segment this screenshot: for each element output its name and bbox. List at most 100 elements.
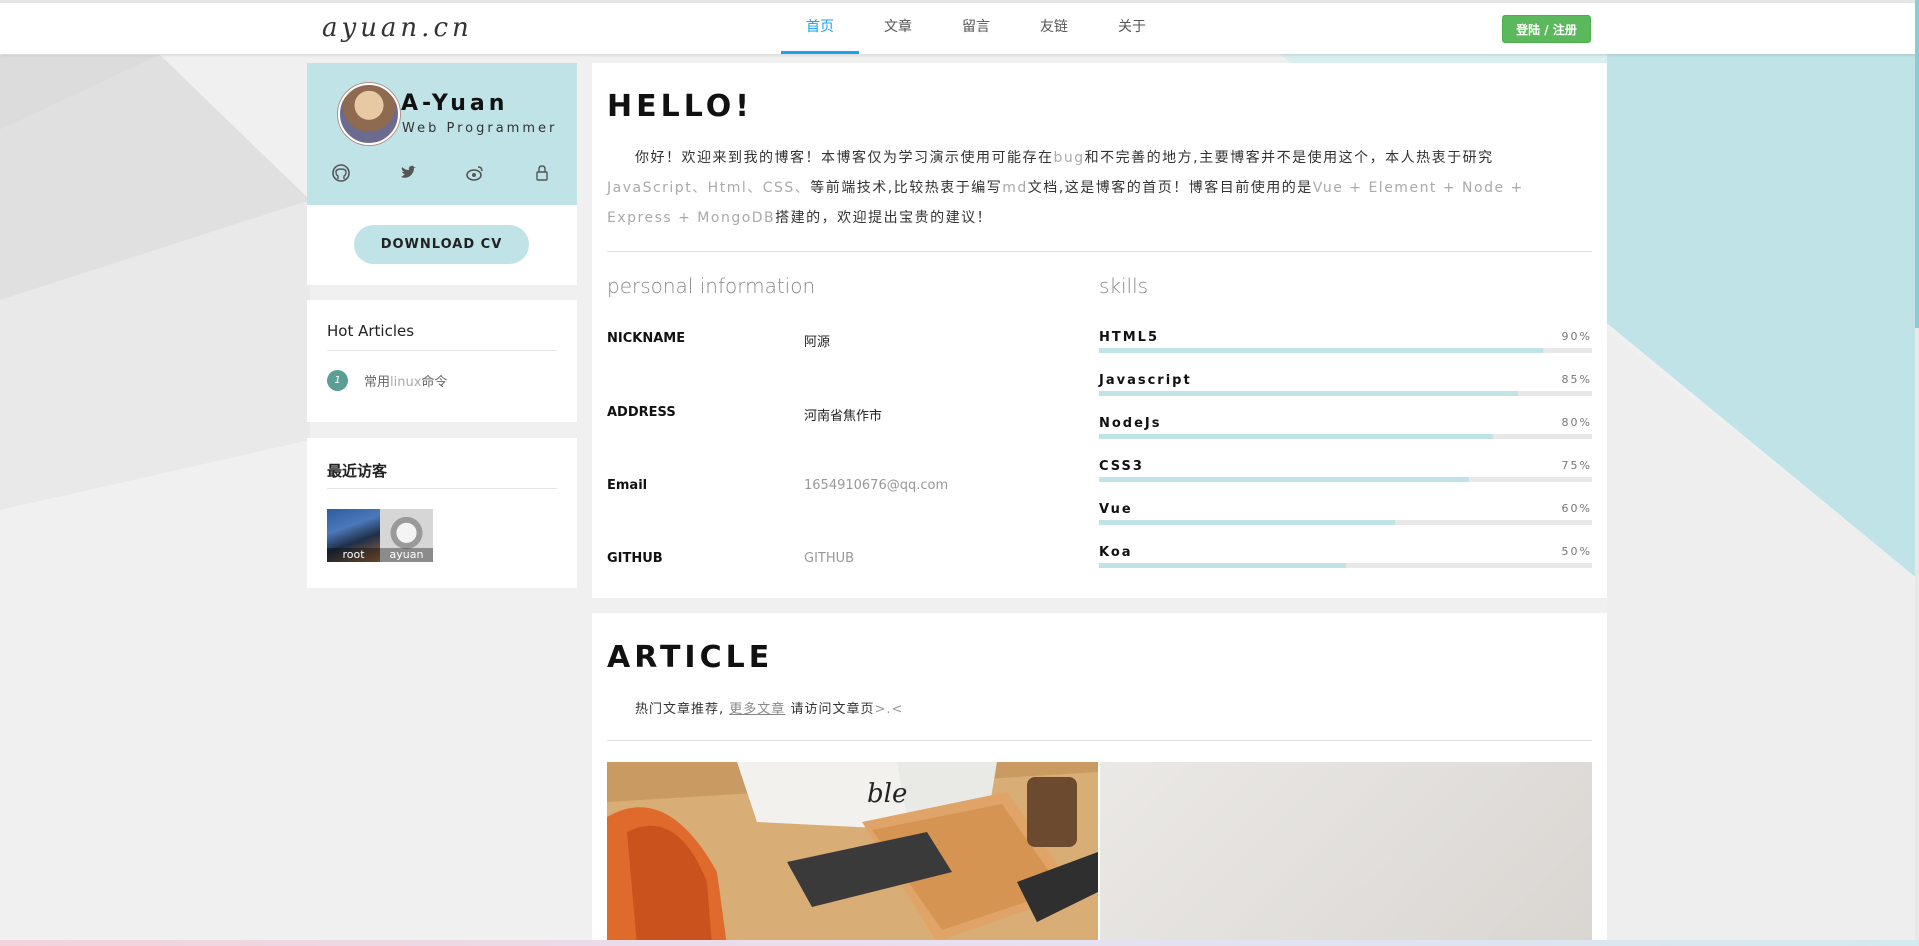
login-register-button[interactable]: 登陆 / 注册 xyxy=(1502,15,1591,43)
github-link[interactable]: GITHUB xyxy=(804,551,854,566)
profile-role: Web Programmer xyxy=(402,121,558,136)
skill-javascript: Javascript 85% xyxy=(1099,373,1592,396)
hot-articles-card: Hot Articles 1 常用linux命令 xyxy=(307,300,577,422)
recent-visitors-title: 最近访客 xyxy=(327,462,388,480)
profile-name: A-Yuan xyxy=(401,91,509,116)
info-value: 河南省焦作市 xyxy=(804,409,883,424)
intro-text: 等前端技术,比较热衷于编写 xyxy=(810,180,1003,196)
profile-header: A-Yuan Web Programmer xyxy=(307,63,577,205)
site-logo[interactable]: ayuan.cn xyxy=(322,13,473,43)
top-navbar: ayuan.cn 首页 文章 留言 友链 关于 登陆 / 注册 xyxy=(0,0,1919,54)
recent-visitors-card: 最近访客 root ayuan xyxy=(307,438,577,588)
skill-bar xyxy=(1099,520,1592,525)
divider xyxy=(327,350,557,351)
nav-item-about[interactable]: 关于 xyxy=(1093,3,1171,54)
subtitle-text: 请访问文章页 xyxy=(790,702,875,717)
article-title: ARTICLE xyxy=(607,640,774,675)
article-cover-image[interactable]: ble xyxy=(607,762,1098,946)
skill-name: Javascript xyxy=(1099,373,1192,388)
hot-article-title[interactable]: 常用linux命令 xyxy=(364,371,447,390)
weibo-icon[interactable] xyxy=(465,163,485,183)
skill-percent: 80% xyxy=(1561,416,1592,429)
rank-badge: 1 xyxy=(327,370,348,391)
divider xyxy=(327,488,557,489)
info-key: GITHUB xyxy=(607,551,663,566)
article-subtitle: 热门文章推荐, 更多文章 请访问文章页>.< xyxy=(635,698,903,717)
skill-percent: 60% xyxy=(1561,502,1592,515)
visitor-name: ayuan xyxy=(380,548,433,562)
hot-article-item[interactable]: 1 常用linux命令 xyxy=(327,370,447,391)
skill-bar-fill xyxy=(1099,477,1469,482)
skill-css3: CSS3 75% xyxy=(1099,459,1592,482)
visitor-avatar[interactable]: ayuan xyxy=(380,509,433,562)
info-row-address: ADDRESS 河南省焦作市 xyxy=(607,405,882,424)
skill-bar xyxy=(1099,477,1592,482)
skill-name: Koa xyxy=(1099,545,1133,560)
skill-koa: Koa 50% xyxy=(1099,545,1592,568)
skill-bar xyxy=(1099,434,1592,439)
nav-item-articles[interactable]: 文章 xyxy=(859,3,937,54)
intro-highlight: JavaScript、Html、CSS、 xyxy=(607,180,811,196)
article-card: ARTICLE 热门文章推荐, 更多文章 请访问文章页>.< ble xyxy=(592,613,1607,946)
personal-info-title: personal information xyxy=(607,274,816,298)
hello-title: HELLO! xyxy=(607,89,753,124)
skill-bar-fill xyxy=(1099,520,1395,525)
subtitle-text: 热门文章推荐, xyxy=(635,702,725,717)
intro-text: 你好！欢迎来到我的博客！本博客仅为学习演示使用可能存在 xyxy=(635,150,1054,166)
skill-nodejs: NodeJs 80% xyxy=(1099,416,1592,439)
nav-item-messages[interactable]: 留言 xyxy=(937,3,1015,54)
skill-name: NodeJs xyxy=(1099,416,1162,431)
skill-bar xyxy=(1099,391,1592,396)
skill-percent: 85% xyxy=(1561,373,1592,386)
intro-text: 文档,这是博客的首页！博客目前使用的是 xyxy=(1027,180,1313,196)
skill-percent: 75% xyxy=(1561,459,1592,472)
hello-card: HELLO! 你好！欢迎来到我的博客！本博客仅为学习演示使用可能存在bug和不完… xyxy=(592,63,1607,598)
skill-bar xyxy=(1099,563,1592,568)
skill-bar xyxy=(1099,348,1592,353)
info-key: Email xyxy=(607,478,648,493)
more-articles-link[interactable]: 更多文章 xyxy=(729,702,785,717)
skill-name: Vue xyxy=(1099,502,1133,517)
divider xyxy=(607,740,1592,741)
skill-html5: HTML5 90% xyxy=(1099,330,1592,353)
article-cover-image[interactable] xyxy=(1100,762,1592,946)
skill-vue: Vue 60% xyxy=(1099,502,1592,525)
intro-text: 搭建的，欢迎提出宝贵的建议！ xyxy=(775,210,993,226)
skills-title: skills xyxy=(1099,274,1149,298)
skill-name: HTML5 xyxy=(1099,330,1160,345)
avatar xyxy=(338,83,400,145)
nav-item-home[interactable]: 首页 xyxy=(781,3,859,54)
bottom-strip xyxy=(0,940,1919,946)
skill-name: CSS3 xyxy=(1099,459,1144,474)
nav-item-links[interactable]: 友链 xyxy=(1015,3,1093,54)
social-links xyxy=(331,163,552,183)
twitter-icon[interactable] xyxy=(398,163,418,183)
download-cv-button[interactable]: DOWNLOAD CV xyxy=(354,225,529,264)
svg-text:ble: ble xyxy=(867,779,907,809)
divider xyxy=(607,251,1592,252)
visitor-list: root ayuan xyxy=(327,509,433,562)
intro-paragraph: 你好！欢迎来到我的博客！本博客仅为学习演示使用可能存在bug和不完善的地方,主要… xyxy=(607,143,1594,233)
visitor-name: root xyxy=(327,548,380,562)
profile-card: A-Yuan Web Programmer DOWNLOAD CV xyxy=(307,63,577,285)
scrollbar-thumb[interactable] xyxy=(1915,0,1919,328)
info-key: ADDRESS xyxy=(607,405,676,420)
skill-percent: 50% xyxy=(1561,545,1592,558)
info-row-github: GITHUB GITHUB xyxy=(607,551,854,566)
main-nav: 首页 文章 留言 友链 关于 xyxy=(781,3,1171,54)
skill-percent: 90% xyxy=(1561,330,1592,343)
github-icon[interactable] xyxy=(331,163,351,183)
info-row-email: Email 1654910676@qq.com xyxy=(607,478,948,493)
skill-bar-fill xyxy=(1099,563,1346,568)
skill-bar-fill xyxy=(1099,391,1519,396)
email-link[interactable]: 1654910676@qq.com xyxy=(804,478,948,493)
hot-articles-title: Hot Articles xyxy=(327,322,415,340)
visitor-avatar[interactable]: root xyxy=(327,509,380,562)
skill-bar-fill xyxy=(1099,348,1543,353)
title-part: 命令 xyxy=(421,375,448,390)
skill-bar-fill xyxy=(1099,434,1494,439)
info-value: 阿源 xyxy=(804,335,831,350)
title-part-light: linux xyxy=(390,375,422,390)
lock-icon[interactable] xyxy=(532,163,552,183)
title-part: 常用 xyxy=(364,375,391,390)
